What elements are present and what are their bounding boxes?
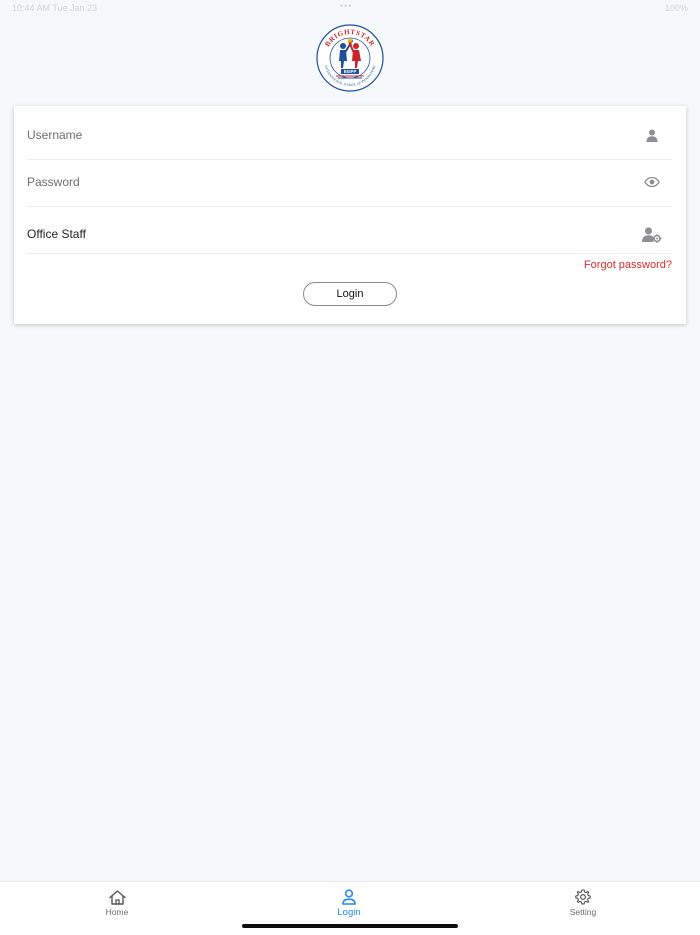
user-gear-icon <box>642 225 662 245</box>
school-logo: BRIGHTSTAR INTERNATIONAL SCHOOL OF PHNOM… <box>316 24 384 92</box>
role-value: Office Staff <box>27 227 86 241</box>
tab-login[interactable]: Login <box>309 888 389 920</box>
user-icon <box>340 888 358 906</box>
tab-setting-label: Setting <box>569 907 597 917</box>
status-bar: 10:44 AM Tue Jan 23 ••• 100% <box>0 0 700 16</box>
eye-icon[interactable] <box>642 172 662 192</box>
password-field <box>27 158 672 207</box>
battery-status: 100% <box>664 3 688 13</box>
username-input[interactable] <box>27 111 627 159</box>
username-field <box>27 111 672 160</box>
user-icon <box>642 125 662 145</box>
login-button[interactable]: Login <box>303 282 397 306</box>
tab-home[interactable]: Home <box>77 888 157 920</box>
tab-login-label: Login <box>337 907 361 918</box>
status-time: 10:44 AM Tue Jan 23 <box>12 3 98 13</box>
login-card: Office Staff Forgot password? Login <box>14 106 686 324</box>
tab-home-label: Home <box>105 907 129 917</box>
role-select[interactable]: Office Staff <box>27 205 672 254</box>
logo-badge-text: BISPP <box>344 69 357 74</box>
gear-icon <box>574 888 592 906</box>
tab-setting[interactable]: Setting <box>543 888 623 920</box>
forgot-password-link[interactable]: Forgot password? <box>584 259 672 271</box>
password-input[interactable] <box>27 158 627 206</box>
status-dots: ••• <box>340 1 353 11</box>
home-icon <box>108 888 126 906</box>
home-indicator <box>242 924 458 928</box>
